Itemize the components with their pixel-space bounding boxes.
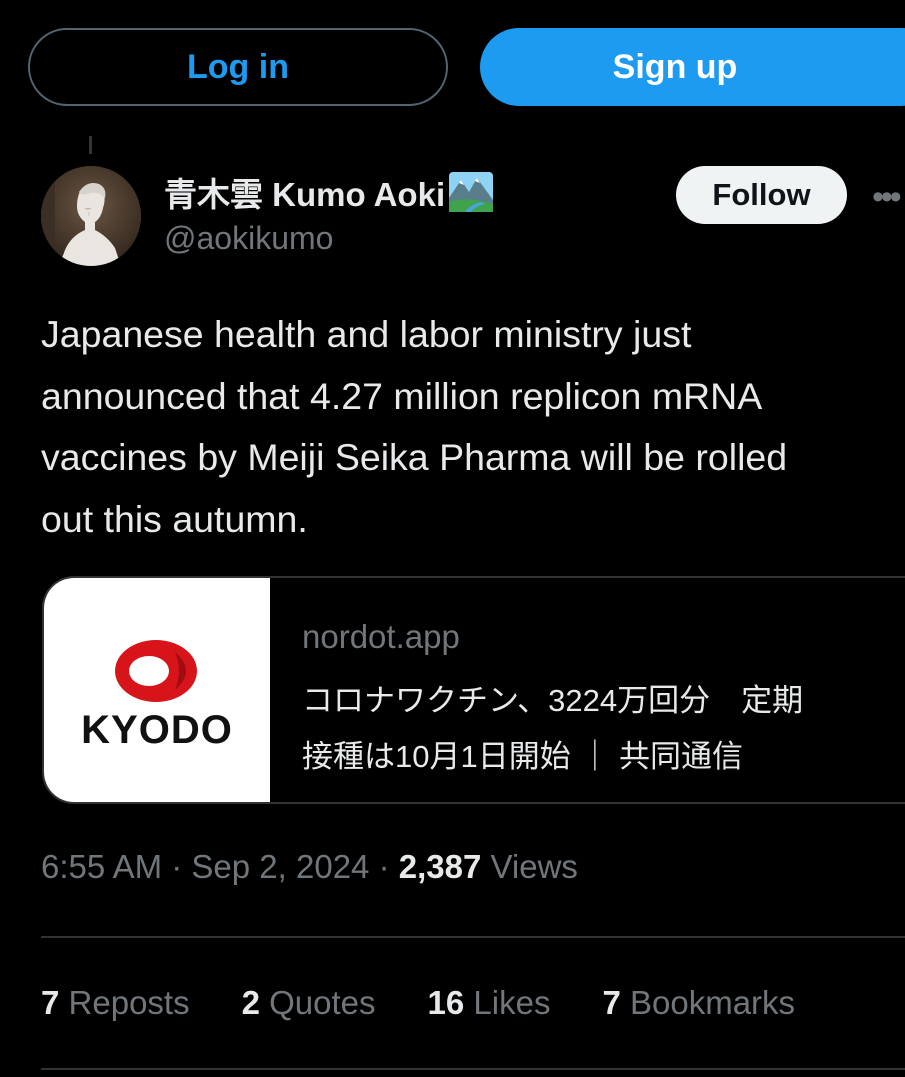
kyodo-logo-text: KYODO bbox=[81, 708, 233, 752]
avatar[interactable] bbox=[41, 166, 141, 266]
engagement-stats: 7 Reposts 2 Quotes 16 Likes 7 Bookmarks bbox=[41, 984, 847, 1022]
quotes-stat[interactable]: 2 Quotes bbox=[242, 984, 376, 1022]
national-park-icon bbox=[447, 170, 495, 214]
meta-separator: · bbox=[162, 848, 192, 885]
card-title-line-2: 接種は10月1日開始 ｜ 共同通信 bbox=[302, 739, 743, 774]
views-count: 2,387 bbox=[398, 848, 482, 885]
views-label: Views bbox=[481, 848, 578, 885]
statue-avatar-image bbox=[41, 166, 141, 266]
sign-up-label: Sign up bbox=[612, 47, 738, 86]
quotes-label: Quotes bbox=[259, 984, 376, 1021]
bookmarks-label: Bookmarks bbox=[620, 984, 796, 1021]
tweet-meta: 6:55 AM · Sep 2, 2024 · 2,387 Views bbox=[41, 848, 578, 886]
tweet-date[interactable]: Sep 2, 2024 bbox=[191, 848, 369, 885]
card-title: コロナワクチン、3224万回分 定期 接種は10月1日開始 ｜ 共同通信 bbox=[302, 673, 902, 785]
reposts-stat[interactable]: 7 Reposts bbox=[41, 984, 190, 1022]
follow-label: Follow bbox=[712, 177, 811, 212]
kyodo-logo-icon bbox=[115, 640, 197, 702]
link-card[interactable]: KYODO nordot.app コロナワクチン、3224万回分 定期 接種は1… bbox=[42, 576, 905, 804]
likes-stat[interactable]: 16 Likes bbox=[428, 984, 551, 1022]
bookmarks-count: 7 bbox=[602, 984, 621, 1021]
log-in-label: Log in bbox=[187, 47, 289, 86]
more-horizontal-icon[interactable]: ••• bbox=[872, 178, 902, 217]
meta-separator: · bbox=[369, 848, 399, 885]
tweet-time[interactable]: 6:55 AM bbox=[41, 848, 162, 885]
quotes-count: 2 bbox=[241, 984, 260, 1021]
likes-count: 16 bbox=[427, 984, 465, 1021]
log-in-button[interactable]: Log in bbox=[28, 28, 448, 106]
author-name-text: 青木雲 Kumo Aoki bbox=[164, 176, 446, 213]
reposts-count: 7 bbox=[41, 984, 60, 1021]
author-display-name[interactable]: 青木雲 Kumo Aoki bbox=[164, 168, 495, 216]
reposts-label: Reposts bbox=[59, 984, 190, 1021]
bookmarks-stat[interactable]: 7 Bookmarks bbox=[602, 984, 795, 1022]
card-title-line-1: コロナワクチン、3224万回分 定期 bbox=[302, 683, 804, 718]
tweet-text: Japanese health and labor ministry just … bbox=[41, 313, 788, 540]
divider bbox=[41, 1068, 905, 1070]
divider bbox=[41, 936, 905, 938]
card-domain: nordot.app bbox=[302, 618, 460, 655]
card-thumbnail: KYODO bbox=[44, 578, 270, 802]
sign-up-button[interactable]: Sign up bbox=[480, 28, 905, 106]
thread-connector bbox=[89, 136, 92, 154]
likes-label: Likes bbox=[464, 984, 551, 1021]
author-handle[interactable]: @aokikumo bbox=[164, 220, 333, 257]
follow-button[interactable]: Follow bbox=[676, 166, 847, 224]
